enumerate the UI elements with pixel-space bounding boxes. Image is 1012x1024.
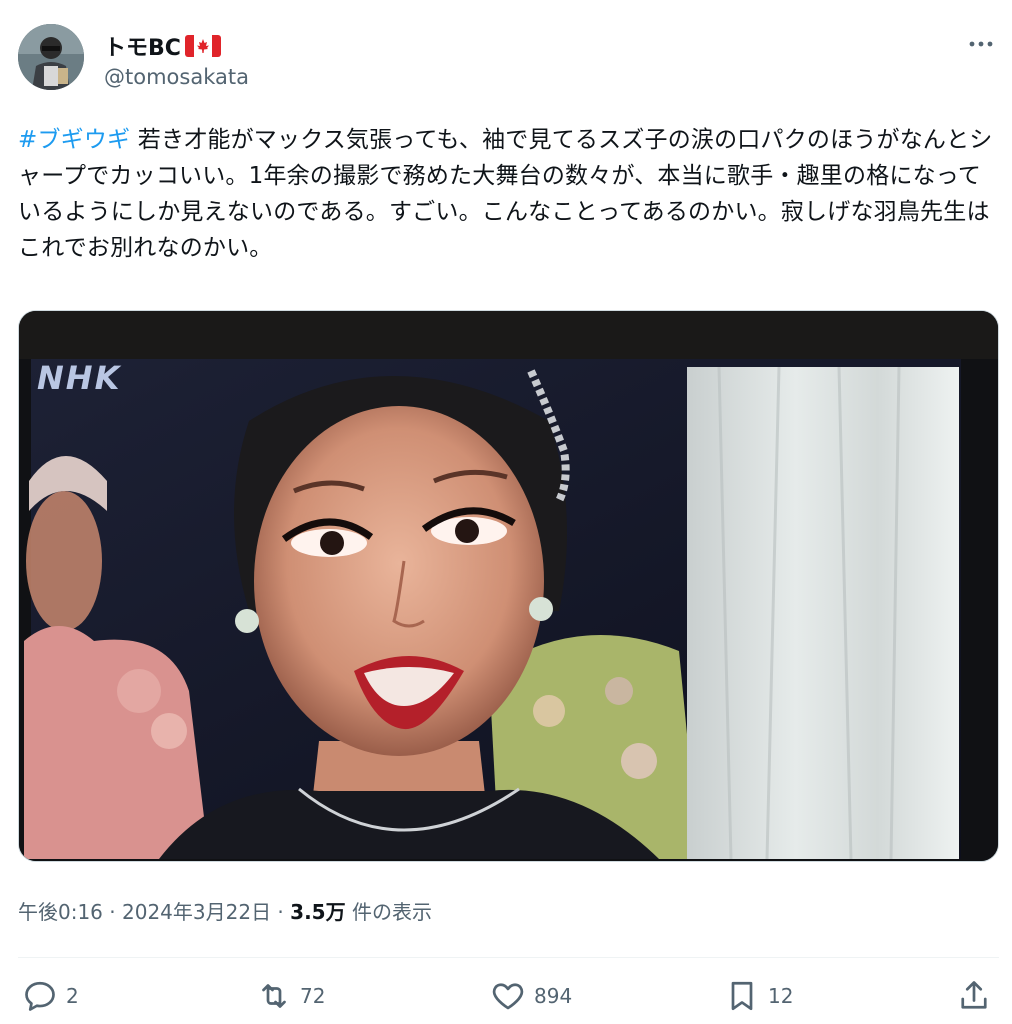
like-button[interactable]: 894: [490, 978, 572, 1014]
views-count: 3.5万: [290, 900, 346, 924]
reply-icon: [25, 981, 55, 1011]
meta-separator-2: ·: [271, 900, 291, 924]
tweet-header: トモBC @tomosakata: [18, 24, 998, 96]
hashtag-link[interactable]: #ブギウギ: [18, 127, 130, 153]
canada-flag-icon: [184, 35, 221, 57]
views-label: 件の表示: [345, 900, 432, 924]
tweet-body: 若き才能がマックス気張っても、袖で見てるスズ子の涙の口パクのほうがなんとシャープ…: [18, 127, 993, 261]
user-handle[interactable]: @tomosakata: [104, 65, 249, 89]
like-icon: [492, 983, 524, 1010]
tweet-meta: 午後0:16 · 2024年3月22日 · 3.5万 件の表示: [18, 896, 432, 925]
bookmark-count: 12: [768, 984, 794, 1008]
like-count: 894: [534, 984, 573, 1008]
tweet-text: #ブギウギ 若き才能がマックス気張っても、袖で見てるスズ子の涙の口パクのほうがな…: [18, 122, 1000, 266]
nhk-watermark: NHK: [37, 359, 122, 397]
action-bar: 2 72 894 12: [18, 978, 999, 1024]
display-name-text: トモBC: [104, 36, 181, 61]
bookmark-button[interactable]: 12: [724, 978, 793, 1014]
repost-icon: [262, 984, 286, 1008]
avatar[interactable]: [18, 24, 84, 90]
avatar-image: [18, 24, 84, 90]
reply-button[interactable]: 2: [22, 978, 79, 1014]
bookmark-icon: [731, 981, 753, 1011]
tweet-date[interactable]: 2024年3月22日: [122, 900, 271, 924]
reply-count: 2: [66, 984, 79, 1008]
display-name[interactable]: トモBC: [104, 30, 221, 62]
share-icon: [961, 981, 987, 1009]
tweet-photo[interactable]: NHK: [18, 310, 999, 862]
repost-count: 72: [300, 984, 326, 1008]
share-button[interactable]: [956, 978, 992, 1014]
more-icon[interactable]: [966, 34, 996, 54]
divider: [18, 957, 999, 958]
tweet-time[interactable]: 午後0:16: [18, 900, 103, 924]
repost-button[interactable]: 72: [256, 978, 325, 1014]
meta-separator: ·: [102, 900, 122, 924]
tv-screen-photo: [19, 311, 998, 861]
